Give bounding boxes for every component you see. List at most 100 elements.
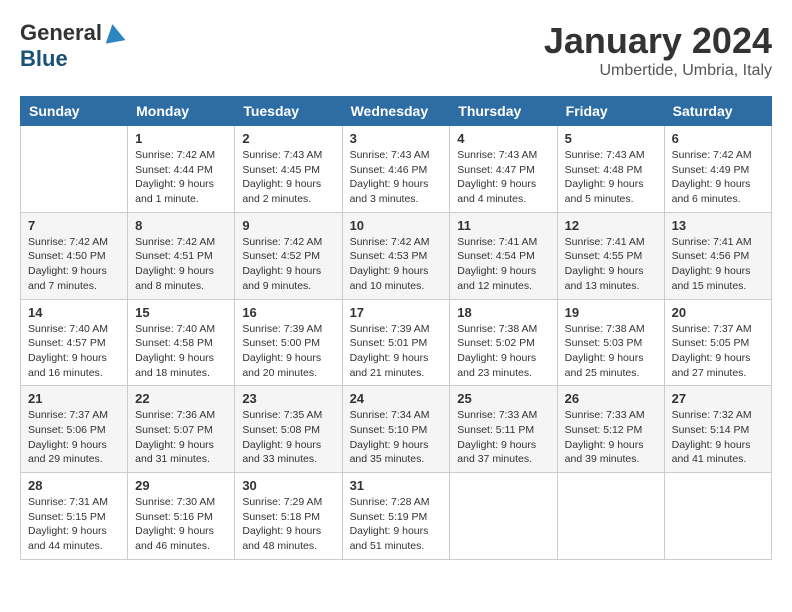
calendar-cell: 20 Sunrise: 7:37 AM Sunset: 5:05 PM Dayli… [664,299,771,386]
calendar-cell: 2 Sunrise: 7:43 AM Sunset: 4:45 PM Daylig… [235,126,342,213]
day-info: Sunrise: 7:43 AM Sunset: 4:48 PM Dayligh… [565,148,657,207]
day-number: 10 [350,218,443,233]
day-info: Sunrise: 7:42 AM Sunset: 4:50 PM Dayligh… [28,235,120,294]
header-cell-thursday: Thursday [450,97,557,126]
day-info: Sunrise: 7:29 AM Sunset: 5:18 PM Dayligh… [242,495,334,554]
day-info: Sunrise: 7:36 AM Sunset: 5:07 PM Dayligh… [135,408,227,467]
month-title: January 2024 [544,20,772,62]
day-number: 11 [457,218,549,233]
calendar-cell: 3 Sunrise: 7:43 AM Sunset: 4:46 PM Daylig… [342,126,450,213]
calendar-cell: 13Sunrise: 7:41 AM Sunset: 4:56 PM Dayli… [664,212,771,299]
calendar-cell: 10 Sunrise: 7:42 AM Sunset: 4:53 PM Dayli… [342,212,450,299]
title-block: January 2024 Umbertide, Umbria, Italy [544,20,772,80]
week-row-3: 21Sunrise: 7:37 AM Sunset: 5:06 PM Dayli… [21,386,772,473]
calendar-cell: 12Sunrise: 7:41 AM Sunset: 4:55 PM Dayli… [557,212,664,299]
day-info: Sunrise: 7:42 AM Sunset: 4:44 PM Dayligh… [135,148,227,207]
day-info: Sunrise: 7:33 AM Sunset: 5:11 PM Dayligh… [457,408,549,467]
week-row-1: 7 Sunrise: 7:42 AM Sunset: 4:50 PM Daylig… [21,212,772,299]
day-number: 1 [135,131,227,146]
day-info: Sunrise: 7:41 AM Sunset: 4:55 PM Dayligh… [565,235,657,294]
day-number: 16 [242,305,334,320]
calendar-cell: 31Sunrise: 7:28 AM Sunset: 5:19 PM Dayli… [342,473,450,560]
day-info: Sunrise: 7:37 AM Sunset: 5:06 PM Dayligh… [28,408,120,467]
day-number: 22 [135,391,227,406]
header-cell-friday: Friday [557,97,664,126]
calendar-cell: 16 Sunrise: 7:39 AM Sunset: 5:00 PM Dayli… [235,299,342,386]
header-cell-wednesday: Wednesday [342,97,450,126]
day-info: Sunrise: 7:43 AM Sunset: 4:46 PM Dayligh… [350,148,443,207]
day-info: Sunrise: 7:38 AM Sunset: 5:02 PM Dayligh… [457,322,549,381]
calendar-cell: 14 Sunrise: 7:40 AM Sunset: 4:57 PM Dayli… [21,299,128,386]
day-number: 20 [672,305,764,320]
day-info: Sunrise: 7:39 AM Sunset: 5:00 PM Dayligh… [242,322,334,381]
calendar-cell: 28Sunrise: 7:31 AM Sunset: 5:15 PM Dayli… [21,473,128,560]
day-info: Sunrise: 7:35 AM Sunset: 5:08 PM Dayligh… [242,408,334,467]
day-info: Sunrise: 7:42 AM Sunset: 4:51 PM Dayligh… [135,235,227,294]
day-info: Sunrise: 7:34 AM Sunset: 5:10 PM Dayligh… [350,408,443,467]
calendar-cell [557,473,664,560]
logo: General Blue [20,20,124,72]
header-cell-tuesday: Tuesday [235,97,342,126]
calendar-cell: 19 Sunrise: 7:38 AM Sunset: 5:03 PM Dayli… [557,299,664,386]
day-info: Sunrise: 7:31 AM Sunset: 5:15 PM Dayligh… [28,495,120,554]
day-number: 6 [672,131,764,146]
day-number: 19 [565,305,657,320]
day-number: 29 [135,478,227,493]
day-info: Sunrise: 7:42 AM Sunset: 4:49 PM Dayligh… [672,148,764,207]
calendar-cell: 8 Sunrise: 7:42 AM Sunset: 4:51 PM Daylig… [128,212,235,299]
calendar-cell: 24 Sunrise: 7:34 AM Sunset: 5:10 PM Dayli… [342,386,450,473]
calendar-cell: 23 Sunrise: 7:35 AM Sunset: 5:08 PM Dayli… [235,386,342,473]
calendar-cell: 7 Sunrise: 7:42 AM Sunset: 4:50 PM Daylig… [21,212,128,299]
day-info: Sunrise: 7:33 AM Sunset: 5:12 PM Dayligh… [565,408,657,467]
day-number: 8 [135,218,227,233]
day-info: Sunrise: 7:43 AM Sunset: 4:45 PM Dayligh… [242,148,334,207]
calendar-cell: 5 Sunrise: 7:43 AM Sunset: 4:48 PM Daylig… [557,126,664,213]
day-info: Sunrise: 7:41 AM Sunset: 4:54 PM Dayligh… [457,235,549,294]
calendar-cell: 25Sunrise: 7:33 AM Sunset: 5:11 PM Dayli… [450,386,557,473]
day-info: Sunrise: 7:37 AM Sunset: 5:05 PM Dayligh… [672,322,764,381]
calendar-cell: 6 Sunrise: 7:42 AM Sunset: 4:49 PM Daylig… [664,126,771,213]
day-info: Sunrise: 7:40 AM Sunset: 4:57 PM Dayligh… [28,322,120,381]
day-number: 3 [350,131,443,146]
calendar-cell: 1 Sunrise: 7:42 AM Sunset: 4:44 PM Daylig… [128,126,235,213]
calendar-cell: 11 Sunrise: 7:41 AM Sunset: 4:54 PM Dayli… [450,212,557,299]
calendar-cell: 17Sunrise: 7:39 AM Sunset: 5:01 PM Dayli… [342,299,450,386]
day-number: 14 [28,305,120,320]
calendar-cell [664,473,771,560]
day-number: 15 [135,305,227,320]
day-number: 18 [457,305,549,320]
calendar-cell: 30 Sunrise: 7:29 AM Sunset: 5:18 PM Dayli… [235,473,342,560]
calendar-cell: 27 Sunrise: 7:32 AM Sunset: 5:14 PM Dayli… [664,386,771,473]
header-row: SundayMondayTuesdayWednesdayThursdayFrid… [21,97,772,126]
header-cell-monday: Monday [128,97,235,126]
day-number: 5 [565,131,657,146]
day-number: 2 [242,131,334,146]
day-number: 23 [242,391,334,406]
location: Umbertide, Umbria, Italy [544,62,772,80]
week-row-4: 28Sunrise: 7:31 AM Sunset: 5:15 PM Dayli… [21,473,772,560]
calendar-cell: 4Sunrise: 7:43 AM Sunset: 4:47 PM Daylig… [450,126,557,213]
logo-icon [103,22,126,43]
day-number: 7 [28,218,120,233]
day-info: Sunrise: 7:41 AM Sunset: 4:56 PM Dayligh… [672,235,764,294]
day-info: Sunrise: 7:30 AM Sunset: 5:16 PM Dayligh… [135,495,227,554]
calendar-cell: 9Sunrise: 7:42 AM Sunset: 4:52 PM Daylig… [235,212,342,299]
day-number: 30 [242,478,334,493]
logo-general: General [20,20,102,46]
day-number: 24 [350,391,443,406]
day-number: 27 [672,391,764,406]
day-info: Sunrise: 7:38 AM Sunset: 5:03 PM Dayligh… [565,322,657,381]
day-info: Sunrise: 7:42 AM Sunset: 4:53 PM Dayligh… [350,235,443,294]
calendar-cell: 15 Sunrise: 7:40 AM Sunset: 4:58 PM Dayli… [128,299,235,386]
day-info: Sunrise: 7:40 AM Sunset: 4:58 PM Dayligh… [135,322,227,381]
logo-blue: Blue [20,46,68,72]
calendar-cell [450,473,557,560]
calendar-cell: 29 Sunrise: 7:30 AM Sunset: 5:16 PM Dayli… [128,473,235,560]
calendar-cell: 26 Sunrise: 7:33 AM Sunset: 5:12 PM Dayli… [557,386,664,473]
day-info: Sunrise: 7:28 AM Sunset: 5:19 PM Dayligh… [350,495,443,554]
calendar-body: 1 Sunrise: 7:42 AM Sunset: 4:44 PM Daylig… [21,126,772,560]
day-info: Sunrise: 7:32 AM Sunset: 5:14 PM Dayligh… [672,408,764,467]
week-row-0: 1 Sunrise: 7:42 AM Sunset: 4:44 PM Daylig… [21,126,772,213]
day-number: 26 [565,391,657,406]
day-info: Sunrise: 7:39 AM Sunset: 5:01 PM Dayligh… [350,322,443,381]
